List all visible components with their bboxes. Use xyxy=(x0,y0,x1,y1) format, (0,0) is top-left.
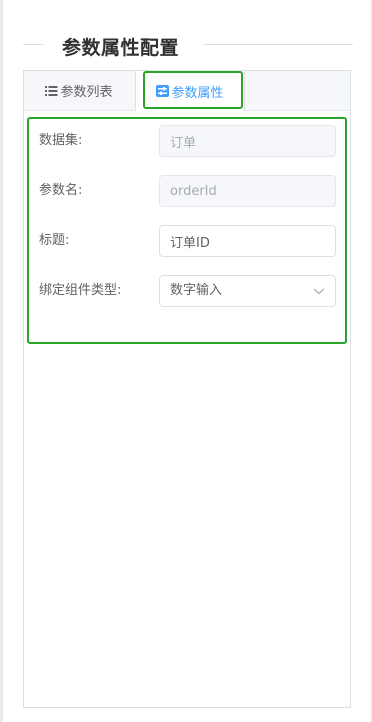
tab-param-props-label: 参数属性 xyxy=(171,85,224,101)
section-title: 参数属性配置 xyxy=(62,37,180,59)
form-row-dataset: 数据集: xyxy=(39,125,336,157)
tab-param-list-label: 参数列表 xyxy=(60,85,113,100)
component-type-value: 数字输入 xyxy=(170,283,223,298)
page: 参数属性配置 参数列表 参数属性 数据集: 订单 参数名: orderId 标题… xyxy=(0,0,372,722)
chevron-down-icon xyxy=(313,286,325,296)
tab-param-list[interactable]: 参数列表 xyxy=(24,71,134,110)
form-row-title: 标题: xyxy=(39,225,336,257)
title-input[interactable] xyxy=(159,225,336,257)
dataset-label: 数据集: xyxy=(39,133,83,148)
list-icon xyxy=(45,85,58,97)
tab-bar: 参数列表 参数属性 xyxy=(24,71,350,111)
left-scroll-edge xyxy=(0,0,3,722)
form-row-param-name: 参数名: xyxy=(39,175,336,207)
param-name-input xyxy=(159,175,336,207)
divider-right xyxy=(203,44,353,45)
component-type-label: 绑定组件类型: xyxy=(39,283,122,298)
dataset-input xyxy=(159,125,336,157)
param-name-label: 参数名: xyxy=(39,183,83,198)
title-label: 标题: xyxy=(39,233,70,248)
divider-left xyxy=(23,44,43,45)
settings-sliders-icon xyxy=(156,85,170,97)
section-header: 参数属性配置 xyxy=(23,30,353,60)
tab-param-props[interactable]: 参数属性 xyxy=(135,71,245,111)
component-type-select[interactable]: 数字输入 xyxy=(159,275,336,307)
form-row-component-type: 绑定组件类型: 数字输入 xyxy=(39,275,336,307)
tabs-panel: 参数列表 参数属性 xyxy=(23,70,351,708)
